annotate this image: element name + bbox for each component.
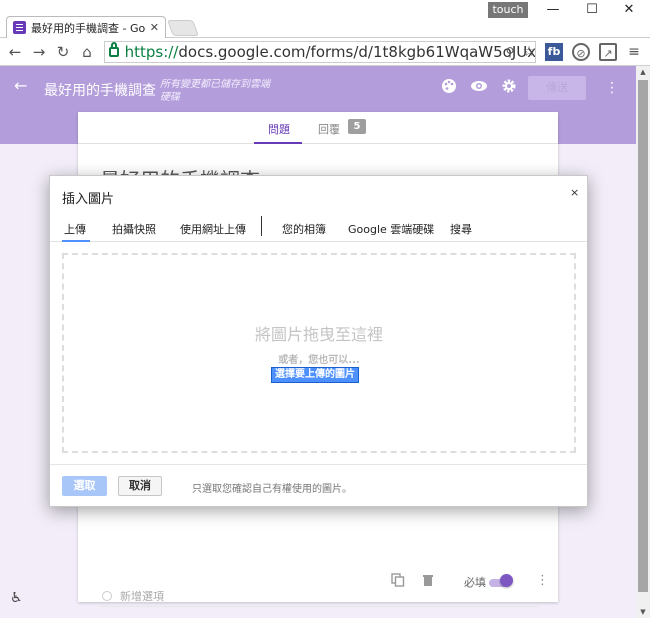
reload-icon[interactable]: ↻ [54,43,72,61]
tab-responses[interactable]: 回覆 [318,121,340,137]
drop-text: 將圖片拖曳至這裡 [254,325,383,344]
saved-status: 所有變更都已儲存到雲端硬碟 [160,79,270,103]
form-name[interactable]: 最好用的手機調查 [44,80,156,100]
tab-questions[interactable]: 問題 [268,121,290,137]
cancel-button[interactable]: 取消 [118,476,162,496]
send-button[interactable]: 傳送 [528,76,586,100]
compass-extension-icon[interactable]: ⊘ [572,43,590,61]
tab-separator [261,216,262,236]
tab-by-url[interactable]: 使用網址上傳 [180,221,246,237]
choose-image-button[interactable]: 選擇要上傳的圖片 [271,367,359,383]
minimize-button[interactable]: — [538,2,568,17]
rights-note: 只選取您確認自己有權使用的圖片。 [192,484,352,495]
lock-icon [109,42,119,57]
form-tabs: 問題 回覆 5 [78,112,558,144]
drop-zone[interactable]: 將圖片拖曳至這裡 或者，您也可以... 選擇要上傳的圖片 [62,253,576,453]
copy-icon[interactable] [390,573,406,589]
palette-icon[interactable] [439,78,459,98]
add-option-label: 新增選項 [120,590,164,603]
required-label: 必填 [464,576,486,589]
browser-toolbar: ← → ↻ ⌂ https:// docs.google.com/forms/d… [0,38,650,66]
zoom-icon[interactable]: ⚲ [501,43,519,61]
tab-close-icon[interactable]: ✕ [150,21,159,34]
tab-snapshot[interactable]: 拍攝快照 [112,221,156,237]
browser-tab[interactable]: 最好用的手機調查 - Goog ✕ [6,16,166,38]
insert-image-dialog: 插入圖片 × 上傳 拍攝快照 使用網址上傳 您的相簿 Google 雲端硬碟 搜… [49,175,588,507]
divider [98,606,538,607]
scrollbar[interactable]: ▲ ▼ [636,66,650,618]
required-toggle-thumb[interactable] [500,574,513,587]
forward-arrow-icon[interactable]: → [30,43,48,61]
back-arrow-icon[interactable]: ← [6,43,24,61]
close-window-button[interactable]: ✕ [614,2,644,17]
share-extension-icon[interactable]: ↗ [599,43,617,61]
close-icon[interactable]: × [570,186,579,199]
tab-albums[interactable]: 您的相簿 [282,221,326,237]
home-icon[interactable]: ⌂ [78,43,96,61]
maximize-button[interactable]: ☐ [577,2,607,17]
touch-indicator: touch [488,2,528,18]
accessibility-icon[interactable]: ♿ [10,590,23,606]
tab-upload[interactable]: 上傳 [64,221,86,237]
url-scheme: https:// [124,43,179,61]
scroll-down-icon[interactable]: ▼ [636,608,650,616]
forms-favicon-icon [13,21,26,34]
eye-icon[interactable] [469,78,489,98]
dialog-title: 插入圖片 [62,192,115,207]
address-bar[interactable]: https:// docs.google.com/forms/d/1t8kgb6… [104,41,536,63]
tab-google-drive[interactable]: Google 雲端硬碟 [348,221,434,237]
response-count-badge: 5 [348,119,366,134]
trash-icon[interactable] [420,573,436,589]
dialog-tabs: 上傳 拍攝快照 使用網址上傳 您的相簿 Google 雲端硬碟 搜尋 [50,212,587,242]
active-tab-indicator [62,240,90,242]
or-text: 或者，您也可以... [278,355,360,366]
chrome-menu-icon[interactable]: ≡ [625,43,643,61]
scroll-up-icon[interactable]: ▲ [636,68,650,76]
question-more-icon[interactable]: ⋮ [536,573,549,588]
select-button[interactable]: 選取 [62,476,107,496]
star-icon[interactable]: ☆ [520,43,538,61]
back-icon[interactable]: ← [14,76,27,95]
tab-title: 最好用的手機調查 - Goog [31,21,146,35]
url-text: docs.google.com/forms/d/1t8kgb61WqaW5oJU… [178,43,535,61]
browser-titlebar: 最好用的手機調查 - Goog ✕ touch — ☐ ✕ [0,0,650,38]
tab-search[interactable]: 搜尋 [450,221,472,237]
tab-indicator [254,142,302,144]
facebook-extension-icon[interactable]: fb [545,43,563,61]
gear-icon[interactable] [499,78,519,98]
radio-icon [102,591,112,601]
add-option-row[interactable]: 新增選項 [102,588,164,604]
dialog-divider [50,464,587,465]
scroll-thumb[interactable] [638,80,648,592]
new-tab-button[interactable] [167,20,199,36]
more-vert-icon[interactable]: ⋮ [602,78,622,98]
